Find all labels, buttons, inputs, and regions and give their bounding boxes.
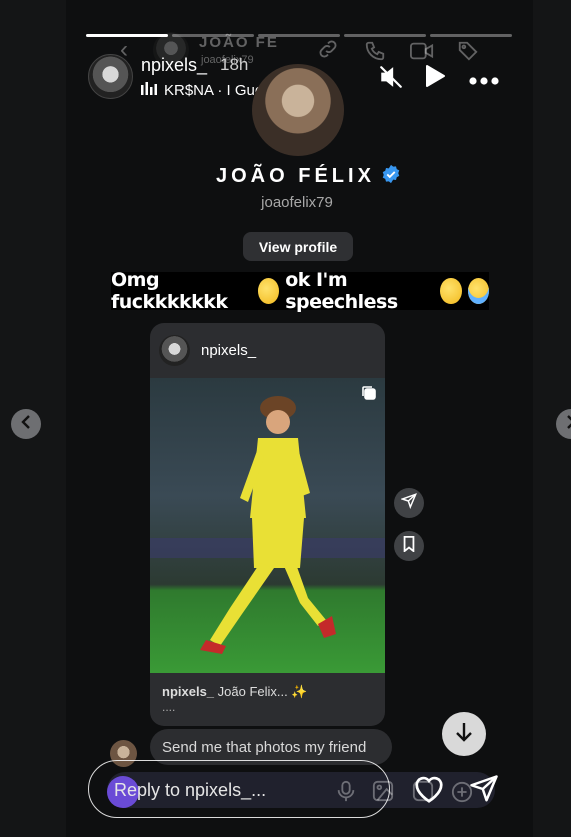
caption-text-1: Omg fuckkkkkkk	[111, 269, 228, 313]
post-author-name[interactable]: npixels_	[201, 342, 256, 359]
crying-face-emoji-icon	[467, 278, 489, 304]
send-reply-icon[interactable]	[468, 774, 500, 809]
view-profile-button[interactable]: View profile	[243, 232, 353, 261]
play-icon[interactable]	[422, 63, 448, 89]
drooling-face-emoji-icon	[257, 278, 280, 304]
next-story-button[interactable]	[556, 409, 571, 439]
profile-name-row: JOÃO FÉLIX	[216, 164, 401, 189]
story-author-username[interactable]: npixels_	[141, 55, 207, 76]
scroll-down-button[interactable]	[442, 712, 486, 756]
mute-icon[interactable]	[377, 63, 405, 91]
story-time: 18h	[220, 55, 249, 74]
progress-segment	[258, 34, 340, 37]
previous-story-button[interactable]	[11, 409, 41, 439]
story-caption-banner: Omg fuckkkkkkk ok I'm speechless	[111, 269, 489, 313]
story-author-avatar[interactable]	[88, 54, 133, 99]
post-caption-more: ....	[162, 700, 176, 714]
save-post-button[interactable]	[394, 531, 424, 561]
post-caption-user: npixels_	[162, 684, 215, 699]
melting-face-emoji-icon	[440, 278, 462, 304]
progress-segment	[430, 34, 512, 37]
chevron-right-icon	[565, 414, 571, 434]
post-caption: npixels_ João Felix... ✨	[162, 684, 308, 700]
carousel-icon	[361, 385, 377, 406]
like-heart-icon[interactable]	[412, 774, 446, 809]
chevron-left-icon	[20, 414, 32, 434]
arrow-down-icon	[454, 721, 474, 748]
share-post-button[interactable]	[394, 488, 424, 518]
verified-badge-icon	[381, 164, 401, 189]
send-icon	[400, 492, 417, 514]
progress-segment	[172, 34, 254, 37]
post-author-avatar	[159, 335, 190, 366]
more-options-icon[interactable]	[469, 72, 499, 90]
profile-name: JOÃO FÉLIX	[216, 165, 375, 187]
progress-segment	[86, 34, 168, 37]
caption-text-2: ok I'm speechless	[285, 269, 398, 313]
profile-avatar[interactable]	[252, 64, 344, 156]
tag-icon	[457, 40, 479, 67]
post-caption-text: João Felix... ✨	[217, 684, 308, 699]
story-progress	[86, 34, 512, 37]
progress-segment	[344, 34, 426, 37]
reply-placeholder[interactable]: Reply to npixels_...	[114, 780, 266, 801]
profile-handle: joaofelix79	[261, 194, 333, 211]
music-bars-icon	[141, 82, 157, 101]
link-icon	[317, 38, 339, 65]
post-photo[interactable]	[150, 378, 385, 673]
bookmark-icon	[402, 535, 416, 557]
